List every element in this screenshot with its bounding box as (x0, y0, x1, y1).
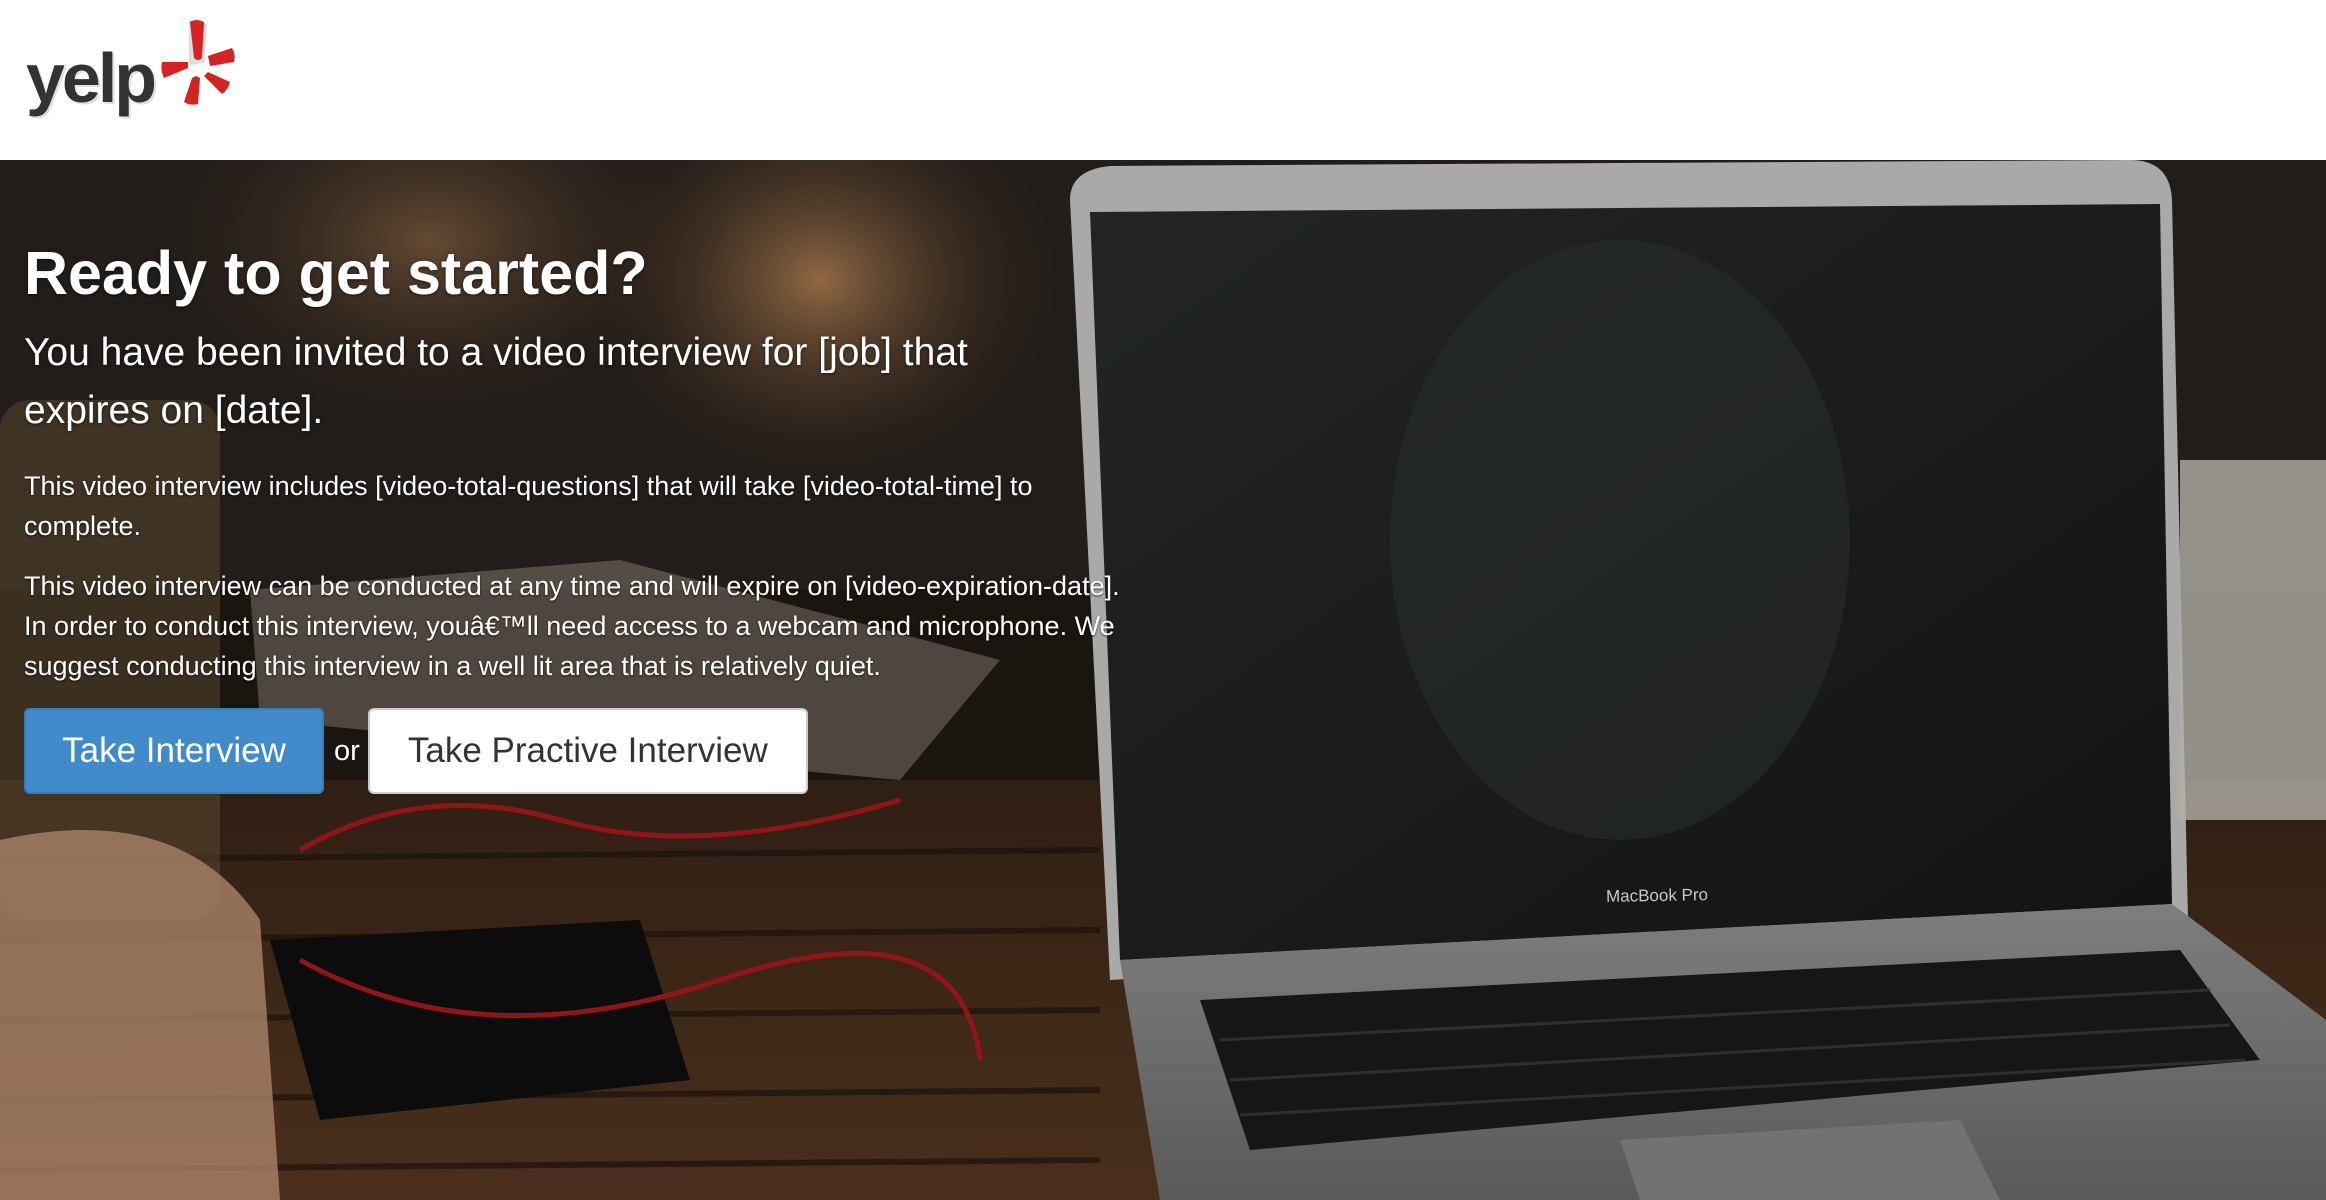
page-title: Ready to get started? (24, 239, 648, 307)
take-practice-interview-button[interactable]: Take Practive Interview (367, 708, 808, 794)
laptop-brand-label: MacBook Pro (1605, 885, 1709, 906)
logo-text: yelp (26, 39, 157, 117)
interview-instructions-text: This video interview can be conducted at… (24, 571, 1120, 681)
hero-content: Ready to get started? You have been invi… (24, 236, 1124, 794)
invite-subtitle: You have been invited to a video intervi… (24, 331, 968, 432)
yelp-burst-icon (161, 20, 235, 105)
action-group: Take Interview or Take Practive Intervie… (24, 708, 1124, 794)
yelp-logo[interactable]: yelp (24, 18, 235, 118)
or-separator: or (334, 734, 360, 767)
take-interview-button[interactable]: Take Interview (24, 708, 324, 794)
top-bar: yelp (0, 0, 2326, 160)
interview-length-text: This video interview includes [video-tot… (24, 471, 1033, 541)
